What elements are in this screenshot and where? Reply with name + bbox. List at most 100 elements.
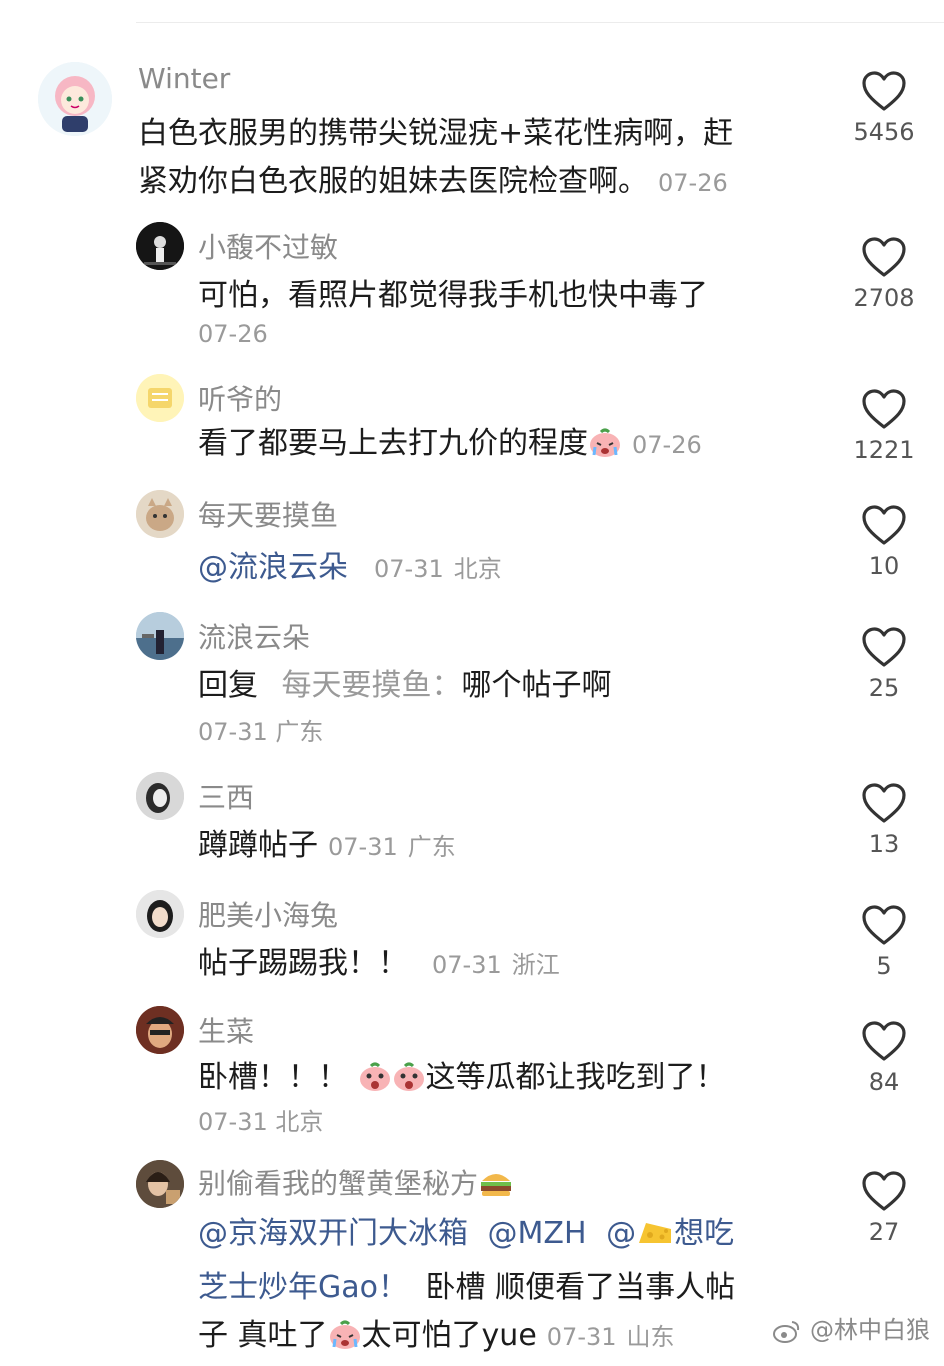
like-count: 84 [868, 1068, 900, 1096]
comment-text-content: 看了都要马上去打九价的程度 [198, 426, 588, 461]
heart-outline-icon [862, 389, 906, 429]
reply-target[interactable]: 每天要摸鱼： [282, 668, 462, 703]
heart-outline-icon [862, 1171, 906, 1211]
username[interactable]: 生菜 [198, 1010, 254, 1050]
like-button[interactable]: 10 [844, 504, 924, 580]
comment-text: 可怕，看照片都觉得我手机也快中毒了 [198, 278, 708, 313]
timestamp-location: 07-31 北京 [198, 1102, 323, 1137]
watermark: @林中白狼 [772, 1310, 930, 1350]
comment-text: 帖子踢踢我！！ 07-31 浙江 [198, 940, 560, 989]
username[interactable]: 三西 [198, 776, 254, 816]
mention-link[interactable]: @ 想吃 [606, 1216, 734, 1251]
comment-text: 蹲蹲帖子 07-31 广东 [198, 822, 456, 871]
like-count: 1221 [853, 436, 915, 464]
location: 北京 [453, 555, 502, 583]
weibo-logo-icon [772, 1318, 802, 1350]
like-button[interactable]: 5 [844, 904, 924, 980]
comment-text-line: 白色衣服男的携带尖锐湿疣+菜花性病啊，赶 [138, 116, 734, 151]
like-button[interactable]: 5456 [844, 70, 924, 146]
watermark-text: @林中白狼 [810, 1316, 930, 1344]
like-count: 5 [876, 952, 892, 980]
avatar[interactable] [136, 612, 184, 660]
timestamp: 07-31 [374, 555, 444, 583]
mention-link[interactable]: @京海双开门大冰箱 [198, 1216, 468, 1251]
like-button[interactable]: 13 [844, 782, 924, 858]
comment-text: 白色衣服男的携带尖锐湿疣+菜花性病啊，赶 紧劝你白色衣服的姐妹去医院检查啊。 07… [138, 110, 733, 207]
username-text: 别偷看我的蟹黄堡秘方 [198, 1167, 479, 1200]
crying-face-emoji [328, 1318, 362, 1366]
top-divider [136, 22, 944, 23]
like-count: 2708 [853, 284, 915, 312]
username[interactable]: 流浪云朵 [198, 616, 310, 656]
location: 北京 [275, 1108, 324, 1136]
heart-outline-icon [862, 505, 906, 545]
like-button[interactable]: 1221 [844, 388, 924, 464]
avatar[interactable] [136, 1006, 184, 1054]
timestamp: 07-31 [328, 833, 398, 861]
username[interactable]: Winter [138, 62, 230, 95]
mention-suffix: 想吃 [674, 1216, 735, 1251]
shocked-face-emoji [392, 1060, 426, 1108]
avatar[interactable] [136, 1160, 184, 1208]
avatar[interactable] [38, 62, 112, 136]
timestamp: 07-26 [198, 320, 268, 348]
like-count: 5456 [853, 118, 915, 146]
heart-outline-icon [862, 905, 906, 945]
location: 广东 [407, 833, 456, 861]
comment-text: 卧槽！！！ 这等瓜都让我吃到了！ [198, 1054, 726, 1108]
username[interactable]: 听爷的 [198, 378, 282, 418]
comment-text: @京海双开门大冰箱 @MZH @ 想吃 芝士炒年Gao！ 卧槽 顺便看了当事人帖 … [198, 1210, 735, 1366]
comment-text: @流浪云朵 07-31 北京 [198, 544, 502, 593]
username[interactable]: 每天要摸鱼 [198, 494, 338, 534]
like-button[interactable]: 25 [844, 626, 924, 702]
like-count: 10 [868, 552, 900, 580]
username[interactable]: 小馥不过敏 [198, 226, 338, 266]
avatar[interactable] [136, 490, 184, 538]
comment-text-content: 卧槽 顺便看了当事人帖 [425, 1270, 736, 1305]
like-count: 13 [868, 830, 900, 858]
shocked-face-emoji [358, 1060, 392, 1108]
like-button[interactable]: 27 [844, 1170, 924, 1246]
timestamp: 07-31 [432, 951, 502, 979]
crying-face-emoji [588, 426, 622, 474]
avatar[interactable] [136, 890, 184, 938]
comment-text-content: 蹲蹲帖子 [198, 828, 318, 863]
timestamp: 07-31 [546, 1323, 617, 1351]
location: 浙江 [511, 951, 560, 979]
mention-link[interactable]: @MZH [488, 1216, 587, 1251]
avatar[interactable] [136, 374, 184, 422]
comment-text-content: 子 真吐了 [198, 1318, 328, 1353]
heart-outline-icon [862, 1021, 906, 1061]
like-button[interactable]: 2708 [844, 236, 924, 312]
cheese-emoji [636, 1216, 674, 1264]
like-count: 25 [868, 674, 900, 702]
avatar[interactable] [136, 222, 184, 270]
location: 广东 [275, 718, 324, 746]
heart-outline-icon [862, 237, 906, 277]
comment-text: 回复 每天要摸鱼：哪个帖子啊 [198, 662, 612, 710]
mention-prefix: @ [606, 1216, 637, 1251]
timestamp: 07-31 [198, 1108, 268, 1136]
timestamp: 07-26 [658, 169, 728, 197]
reply-label: 回复 [198, 668, 258, 703]
username[interactable]: 肥美小海兔 [198, 894, 338, 934]
mention-link[interactable]: @流浪云朵 [198, 550, 348, 585]
comment-text-content: 这等瓜都让我吃到了！ [425, 1060, 726, 1095]
timestamp: 07-31 [198, 718, 268, 746]
comment-text-content: 卧槽！！！ [198, 1060, 348, 1095]
heart-outline-icon [862, 71, 906, 111]
comment-text-content: 哪个帖子啊 [461, 668, 612, 703]
heart-outline-icon [862, 627, 906, 667]
like-button[interactable]: 84 [844, 1020, 924, 1096]
username[interactable]: 别偷看我的蟹黄堡秘方 [198, 1162, 514, 1206]
comment-text-content: 太可怕了yue [361, 1318, 537, 1353]
comment-text: 看了都要马上去打九价的程度 07-26 [198, 420, 702, 474]
mention-link[interactable]: 芝士炒年Gao！ [198, 1270, 408, 1305]
heart-outline-icon [862, 783, 906, 823]
avatar[interactable] [136, 772, 184, 820]
comment-text-content: 帖子踢踢我！！ [198, 946, 408, 981]
location: 山东 [626, 1323, 675, 1351]
timestamp-location: 07-31 广东 [198, 712, 323, 747]
burger-emoji [478, 1167, 514, 1206]
comment-text-line: 紧劝你白色衣服的姐妹去医院检查啊。 [138, 164, 648, 199]
